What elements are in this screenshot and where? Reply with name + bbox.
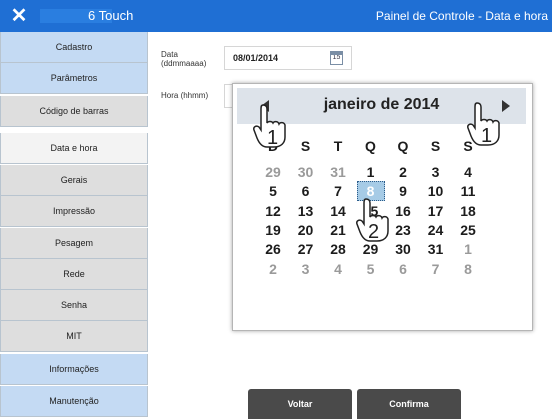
date-label-line2: (ddmmaaaa) bbox=[161, 59, 207, 68]
calendar-day[interactable]: 8 bbox=[452, 259, 484, 279]
weekday-header: T bbox=[333, 138, 343, 154]
calendar-day[interactable]: 31 bbox=[420, 239, 452, 259]
sidebar-item-7[interactable]: Rede bbox=[0, 259, 148, 290]
calendar-day[interactable]: 1 bbox=[355, 162, 387, 182]
calendar-day[interactable]: 27 bbox=[290, 239, 322, 259]
calendar-day[interactable]: 2 bbox=[387, 162, 419, 182]
sidebar-item-4[interactable]: Gerais bbox=[0, 165, 148, 196]
date-field[interactable]: 08/01/2014 15 bbox=[224, 46, 352, 70]
sidebar-item-3[interactable]: Data e hora bbox=[0, 133, 148, 164]
calendar-day[interactable]: 24 bbox=[420, 220, 452, 240]
calendar-day[interactable]: 7 bbox=[322, 181, 354, 201]
calendar-day[interactable]: 20 bbox=[290, 220, 322, 240]
title-bar: ✕ 6 Touch Painel de Controle - Data e ho… bbox=[0, 0, 552, 32]
pointing-hand-prev-icon: 1 bbox=[253, 103, 293, 149]
calendar-day[interactable]: 5 bbox=[355, 259, 387, 279]
calendar-day[interactable]: 25 bbox=[452, 220, 484, 240]
weekday-header: Q bbox=[365, 138, 376, 154]
calendar-day[interactable]: 2 bbox=[257, 259, 289, 279]
sidebar-item-0[interactable]: Cadastro bbox=[0, 32, 148, 63]
calendar-day[interactable]: 14 bbox=[322, 201, 354, 221]
sidebar-item-10[interactable]: Informações bbox=[0, 354, 148, 385]
date-value: 08/01/2014 bbox=[233, 53, 279, 63]
calendar-day[interactable]: 4 bbox=[452, 162, 484, 182]
calendar-day[interactable]: 5 bbox=[257, 181, 289, 201]
sidebar-item-9[interactable]: MIT bbox=[0, 321, 148, 352]
calendar-day[interactable]: 26 bbox=[257, 239, 289, 259]
weekday-header: Q bbox=[397, 138, 409, 154]
calendar-day[interactable]: 30 bbox=[290, 162, 322, 182]
weekday-header: S bbox=[430, 138, 441, 154]
hour-label: Hora (hhmm) bbox=[161, 91, 209, 100]
sidebar-item-8[interactable]: Senha bbox=[0, 290, 148, 321]
calendar-day[interactable]: 18 bbox=[452, 201, 484, 221]
sidebar-item-5[interactable]: Impressão bbox=[0, 196, 148, 227]
calendar-icon[interactable]: 15 bbox=[330, 51, 343, 65]
day-hint-number: 2 bbox=[368, 221, 380, 243]
close-icon[interactable]: ✕ bbox=[8, 5, 30, 27]
calendar-day[interactable]: 28 bbox=[322, 239, 354, 259]
date-label: Data (ddmmaaaa) bbox=[161, 50, 206, 68]
calendar-day[interactable]: 1 bbox=[452, 239, 484, 259]
pointing-hand-day-icon: 2 bbox=[356, 197, 396, 243]
calendar-day[interactable]: 6 bbox=[290, 181, 322, 201]
sidebar: Cadastro Parâmetros Código de barras Data e… bbox=[0, 32, 148, 419]
next-hint-number: 1 bbox=[481, 125, 493, 147]
calendar-day[interactable]: 13 bbox=[290, 201, 322, 221]
calendar-day[interactable]: 17 bbox=[420, 201, 452, 221]
calendar-day[interactable]: 29 bbox=[257, 162, 289, 182]
confirm-button[interactable]: Confirma bbox=[357, 389, 461, 419]
sidebar-item-1[interactable]: Parâmetros bbox=[0, 63, 148, 94]
date-label-line1: Data bbox=[161, 50, 178, 59]
calendar-day[interactable]: 11 bbox=[452, 181, 484, 201]
sidebar-item-2[interactable]: Código de barras bbox=[0, 96, 148, 127]
calendar-day[interactable]: 3 bbox=[420, 162, 452, 182]
window-title: Painel de Controle - Data e hora bbox=[375, 9, 548, 23]
sidebar-item-6[interactable]: Pesagem bbox=[0, 228, 148, 259]
calendar-day[interactable]: 3 bbox=[290, 259, 322, 279]
weekday-header: S bbox=[300, 138, 311, 154]
prev-hint-number: 1 bbox=[267, 127, 279, 149]
calendar-day[interactable]: 10 bbox=[420, 181, 452, 201]
pointing-hand-next-icon: 1 bbox=[467, 101, 507, 147]
calendar-day[interactable]: 19 bbox=[257, 220, 289, 240]
calendar-day[interactable]: 6 bbox=[387, 259, 419, 279]
calendar-day[interactable]: 4 bbox=[322, 259, 354, 279]
calendar-day[interactable]: 12 bbox=[257, 201, 289, 221]
back-button[interactable]: Voltar bbox=[248, 389, 352, 419]
calendar-day[interactable]: 21 bbox=[322, 220, 354, 240]
sidebar-item-11[interactable]: Manutenção bbox=[0, 386, 148, 417]
calendar-day[interactable]: 7 bbox=[420, 259, 452, 279]
calendar-day[interactable]: 31 bbox=[322, 162, 354, 182]
device-model: 6 Touch bbox=[88, 8, 134, 23]
